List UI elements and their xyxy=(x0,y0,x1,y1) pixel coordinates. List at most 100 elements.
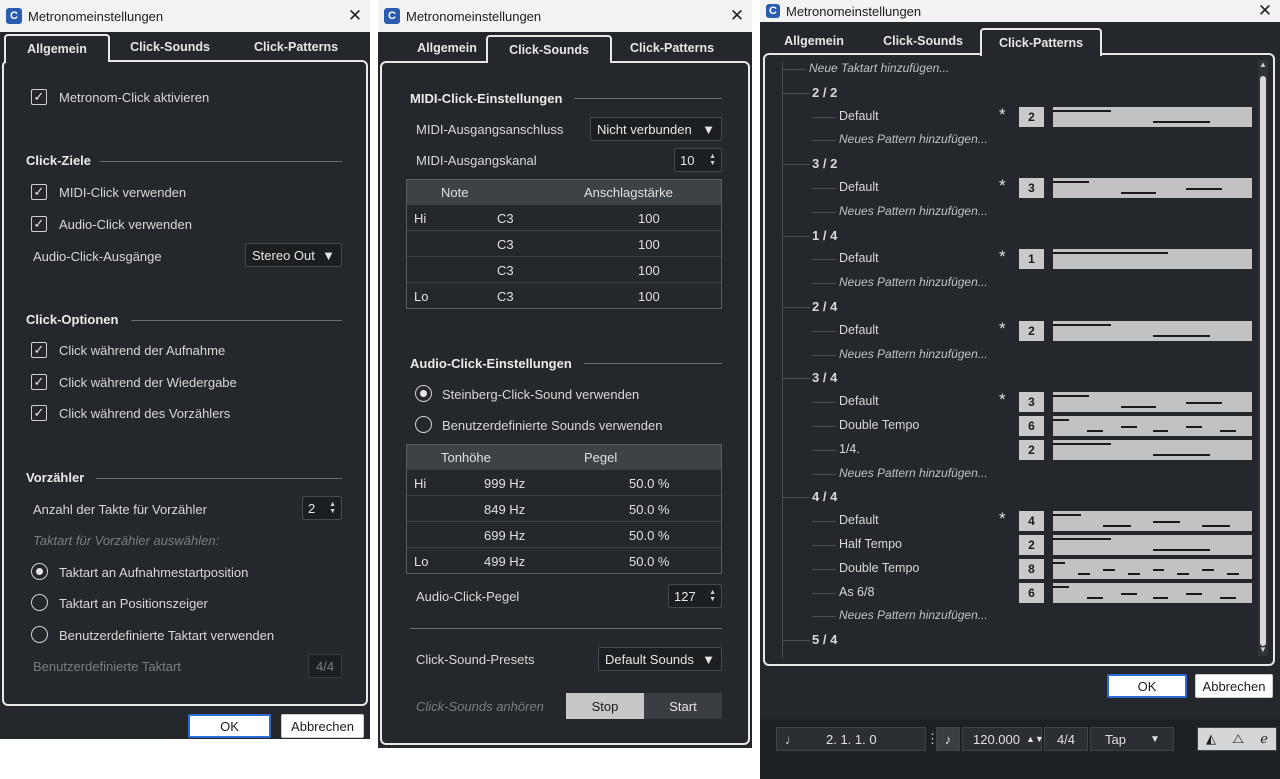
click-during-recording-checkbox[interactable]: ✓ xyxy=(31,342,47,358)
pattern-name-item[interactable]: Default xyxy=(839,109,879,123)
stepper-arrows-icon[interactable]: ▲▼ xyxy=(1026,734,1044,744)
metronome-icon[interactable]: ◭ xyxy=(1206,731,1216,747)
stepper-arrows-icon[interactable]: ▲▼ xyxy=(329,501,336,515)
pattern-name-item[interactable]: Default xyxy=(839,394,879,408)
pattern-name-item[interactable]: Double Tempo xyxy=(839,561,919,575)
level-cell[interactable]: 50.0 % xyxy=(629,476,669,491)
scrollbar-thumb[interactable] xyxy=(1260,76,1266,646)
midi-channel-stepper[interactable]: 10 ▲ ▼ xyxy=(674,148,722,172)
custom-signature-field[interactable]: 4/4 xyxy=(308,654,342,678)
pattern-name-item[interactable]: 1/4. xyxy=(839,442,860,456)
pattern-beat-count[interactable]: 1 xyxy=(1019,249,1044,270)
tab-click-sounds[interactable]: Click-Sounds xyxy=(868,28,978,54)
tab-click-patterns[interactable]: Click-Patterns xyxy=(240,34,352,60)
add-pattern-link[interactable]: Neues Pattern hinzufügen... xyxy=(839,275,988,289)
pattern-preview-bar[interactable] xyxy=(1053,582,1252,603)
note-cell[interactable]: C3 xyxy=(497,289,514,304)
audio-click-checkbox[interactable]: ✓ xyxy=(31,216,47,232)
custom-signature-radio[interactable] xyxy=(31,626,48,643)
table-row[interactable]: C3 100 xyxy=(407,256,721,282)
pattern-preview-bar[interactable] xyxy=(1053,106,1252,127)
signature-display[interactable]: 4/4 xyxy=(1044,727,1088,751)
pattern-name-item[interactable]: Default xyxy=(839,180,879,194)
table-row[interactable]: Lo 499 Hz 50.0 % xyxy=(407,547,721,573)
tab-click-patterns[interactable]: Click-Patterns xyxy=(980,28,1102,56)
custom-sounds-radio[interactable] xyxy=(415,416,432,433)
level-cell[interactable]: 50.0 % xyxy=(629,554,669,569)
ok-button[interactable]: OK xyxy=(188,714,271,738)
pattern-preview-bar[interactable] xyxy=(1053,178,1252,198)
pattern-preview-bar[interactable] xyxy=(1053,558,1252,579)
presets-dropdown[interactable]: Default Sounds ▼ xyxy=(598,647,722,671)
precount-icon[interactable]: ⧍ xyxy=(1232,731,1244,747)
pattern-beat-count[interactable]: 2 xyxy=(1019,320,1044,341)
pattern-beat-count[interactable]: 2 xyxy=(1019,535,1044,555)
tab-click-sounds[interactable]: Click-Sounds xyxy=(118,34,222,60)
audio-click-level-stepper[interactable]: 127 ▲ ▼ xyxy=(668,584,722,608)
pattern-preview-bar[interactable] xyxy=(1053,320,1252,341)
pattern-name-item[interactable]: Double Tempo xyxy=(839,418,919,432)
pattern-name-item[interactable]: As 6/8 xyxy=(839,585,874,599)
note-cell[interactable]: C3 xyxy=(497,263,514,278)
add-signature-link[interactable]: Neue Taktart hinzufügen... xyxy=(809,61,949,75)
pattern-beat-count[interactable]: 3 xyxy=(1019,178,1044,198)
pattern-name-item[interactable]: Default xyxy=(839,323,879,337)
cancel-button[interactable]: Abbrechen xyxy=(1195,674,1273,698)
tempo-mode-icon[interactable]: ♪ xyxy=(936,727,960,751)
pattern-beat-count[interactable]: 6 xyxy=(1019,582,1044,603)
midi-click-checkbox[interactable]: ✓ xyxy=(31,184,47,200)
position-display[interactable]: ♩ 2. 1. 1. 0 xyxy=(776,727,926,751)
note-cell[interactable]: C3 xyxy=(497,211,514,226)
velocity-cell[interactable]: 100 xyxy=(638,211,660,226)
add-pattern-link[interactable]: Neues Pattern hinzufügen... xyxy=(839,132,988,146)
table-row[interactable]: 849 Hz 50.0 % xyxy=(407,495,721,521)
pattern-preview-bar[interactable] xyxy=(1053,439,1252,460)
add-pattern-link[interactable]: Neues Pattern hinzufügen... xyxy=(839,608,988,622)
pattern-name-item[interactable]: Default xyxy=(839,251,879,265)
table-row[interactable]: Hi 999 Hz 50.0 % xyxy=(407,469,721,495)
close-icon[interactable]: ✕ xyxy=(340,6,370,26)
stop-button[interactable]: Stop xyxy=(566,693,644,719)
stepper-arrows-icon[interactable]: ▲▼ xyxy=(709,589,716,603)
velocity-cell[interactable]: 100 xyxy=(638,237,660,252)
pattern-preview-bar[interactable] xyxy=(1053,249,1252,270)
scroll-up-icon[interactable]: ▲ xyxy=(1259,60,1267,69)
precount-bars-stepper[interactable]: 2 ▲ ▼ xyxy=(302,496,342,520)
midi-port-dropdown[interactable]: Nicht verbunden ▼ xyxy=(590,117,722,141)
add-pattern-link[interactable]: Neues Pattern hinzufügen... xyxy=(839,466,988,480)
add-pattern-link[interactable]: Neues Pattern hinzufügen... xyxy=(839,204,988,218)
steinberg-sound-radio[interactable] xyxy=(415,385,432,402)
pattern-beat-count[interactable]: 8 xyxy=(1019,558,1044,579)
pattern-beat-count[interactable]: 6 xyxy=(1019,416,1044,436)
click-during-playback-checkbox[interactable]: ✓ xyxy=(31,374,47,390)
tempo-display[interactable]: 120.000 ▲▼ xyxy=(962,727,1044,751)
start-button[interactable]: Start xyxy=(644,693,722,719)
pattern-beat-count[interactable]: 3 xyxy=(1019,392,1044,413)
pattern-beat-count[interactable]: 2 xyxy=(1019,106,1044,127)
tab-click-sounds[interactable]: Click-Sounds xyxy=(486,35,612,63)
table-row[interactable]: C3 100 xyxy=(407,230,721,256)
level-cell[interactable]: 50.0 % xyxy=(629,502,669,517)
velocity-cell[interactable]: 100 xyxy=(638,263,660,278)
table-row[interactable]: 699 Hz 50.0 % xyxy=(407,521,721,547)
pattern-preview-bar[interactable] xyxy=(1053,416,1252,436)
pitch-cell[interactable]: 499 Hz xyxy=(484,554,525,569)
level-cell[interactable]: 50.0 % xyxy=(629,528,669,543)
cancel-button[interactable]: Abbrechen xyxy=(281,714,364,738)
close-icon[interactable]: ✕ xyxy=(1250,1,1280,21)
note-cell[interactable]: C3 xyxy=(497,237,514,252)
table-row[interactable]: Hi C3 100 xyxy=(407,204,721,230)
tab-allgemein[interactable]: Allgemein xyxy=(4,34,110,62)
tap-button[interactable]: Tap ▼ xyxy=(1090,727,1174,751)
ok-button[interactable]: OK xyxy=(1107,674,1187,698)
stepper-arrows-icon[interactable]: ▲▼ xyxy=(709,153,716,167)
scroll-down-icon[interactable]: ▼ xyxy=(1259,645,1267,654)
pattern-name-item[interactable]: Half Tempo xyxy=(839,537,902,551)
pitch-cell[interactable]: 699 Hz xyxy=(484,528,525,543)
add-pattern-link[interactable]: Neues Pattern hinzufügen... xyxy=(839,347,988,361)
pattern-preview-bar[interactable] xyxy=(1053,511,1252,532)
click-settings-icon[interactable]: ℯ xyxy=(1260,731,1268,747)
pattern-preview-bar[interactable] xyxy=(1053,535,1252,555)
pattern-preview-bar[interactable] xyxy=(1053,392,1252,413)
table-row[interactable]: Lo C3 100 xyxy=(407,282,721,308)
